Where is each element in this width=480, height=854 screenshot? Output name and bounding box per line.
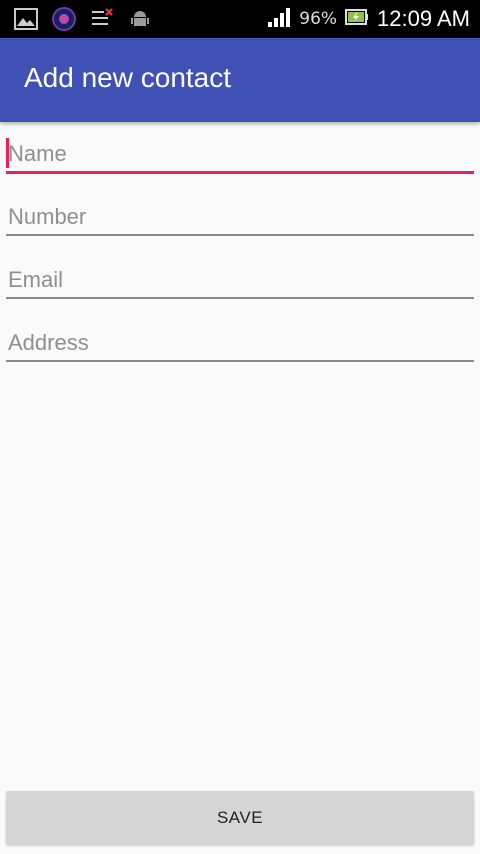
email-field-underline [6, 297, 474, 299]
status-bar-time: 12:09 AM [377, 6, 470, 31]
name-field-underline [6, 171, 474, 174]
address-field-underline [6, 360, 474, 362]
notification-list-icon [90, 8, 114, 30]
status-bar-system: 96% 12:09 AM [267, 0, 470, 38]
save-button[interactable]: SAVE [6, 791, 474, 845]
gallery-icon [14, 8, 38, 30]
signal-icon [267, 6, 291, 32]
battery-percent: 96% [299, 9, 338, 29]
battery-icon [345, 8, 369, 30]
app-bar: Add new contact [0, 38, 480, 122]
status-bar-notifications [14, 7, 152, 31]
name-field[interactable] [6, 132, 474, 176]
page-title: Add new contact [24, 62, 232, 93]
android-icon [128, 8, 152, 30]
number-field[interactable] [6, 195, 474, 239]
email-field[interactable] [6, 258, 474, 302]
app-icon [52, 7, 76, 31]
status-bar: 96% 12:09 AM [0, 0, 480, 38]
address-field[interactable] [6, 321, 474, 365]
number-field-underline [6, 234, 474, 236]
